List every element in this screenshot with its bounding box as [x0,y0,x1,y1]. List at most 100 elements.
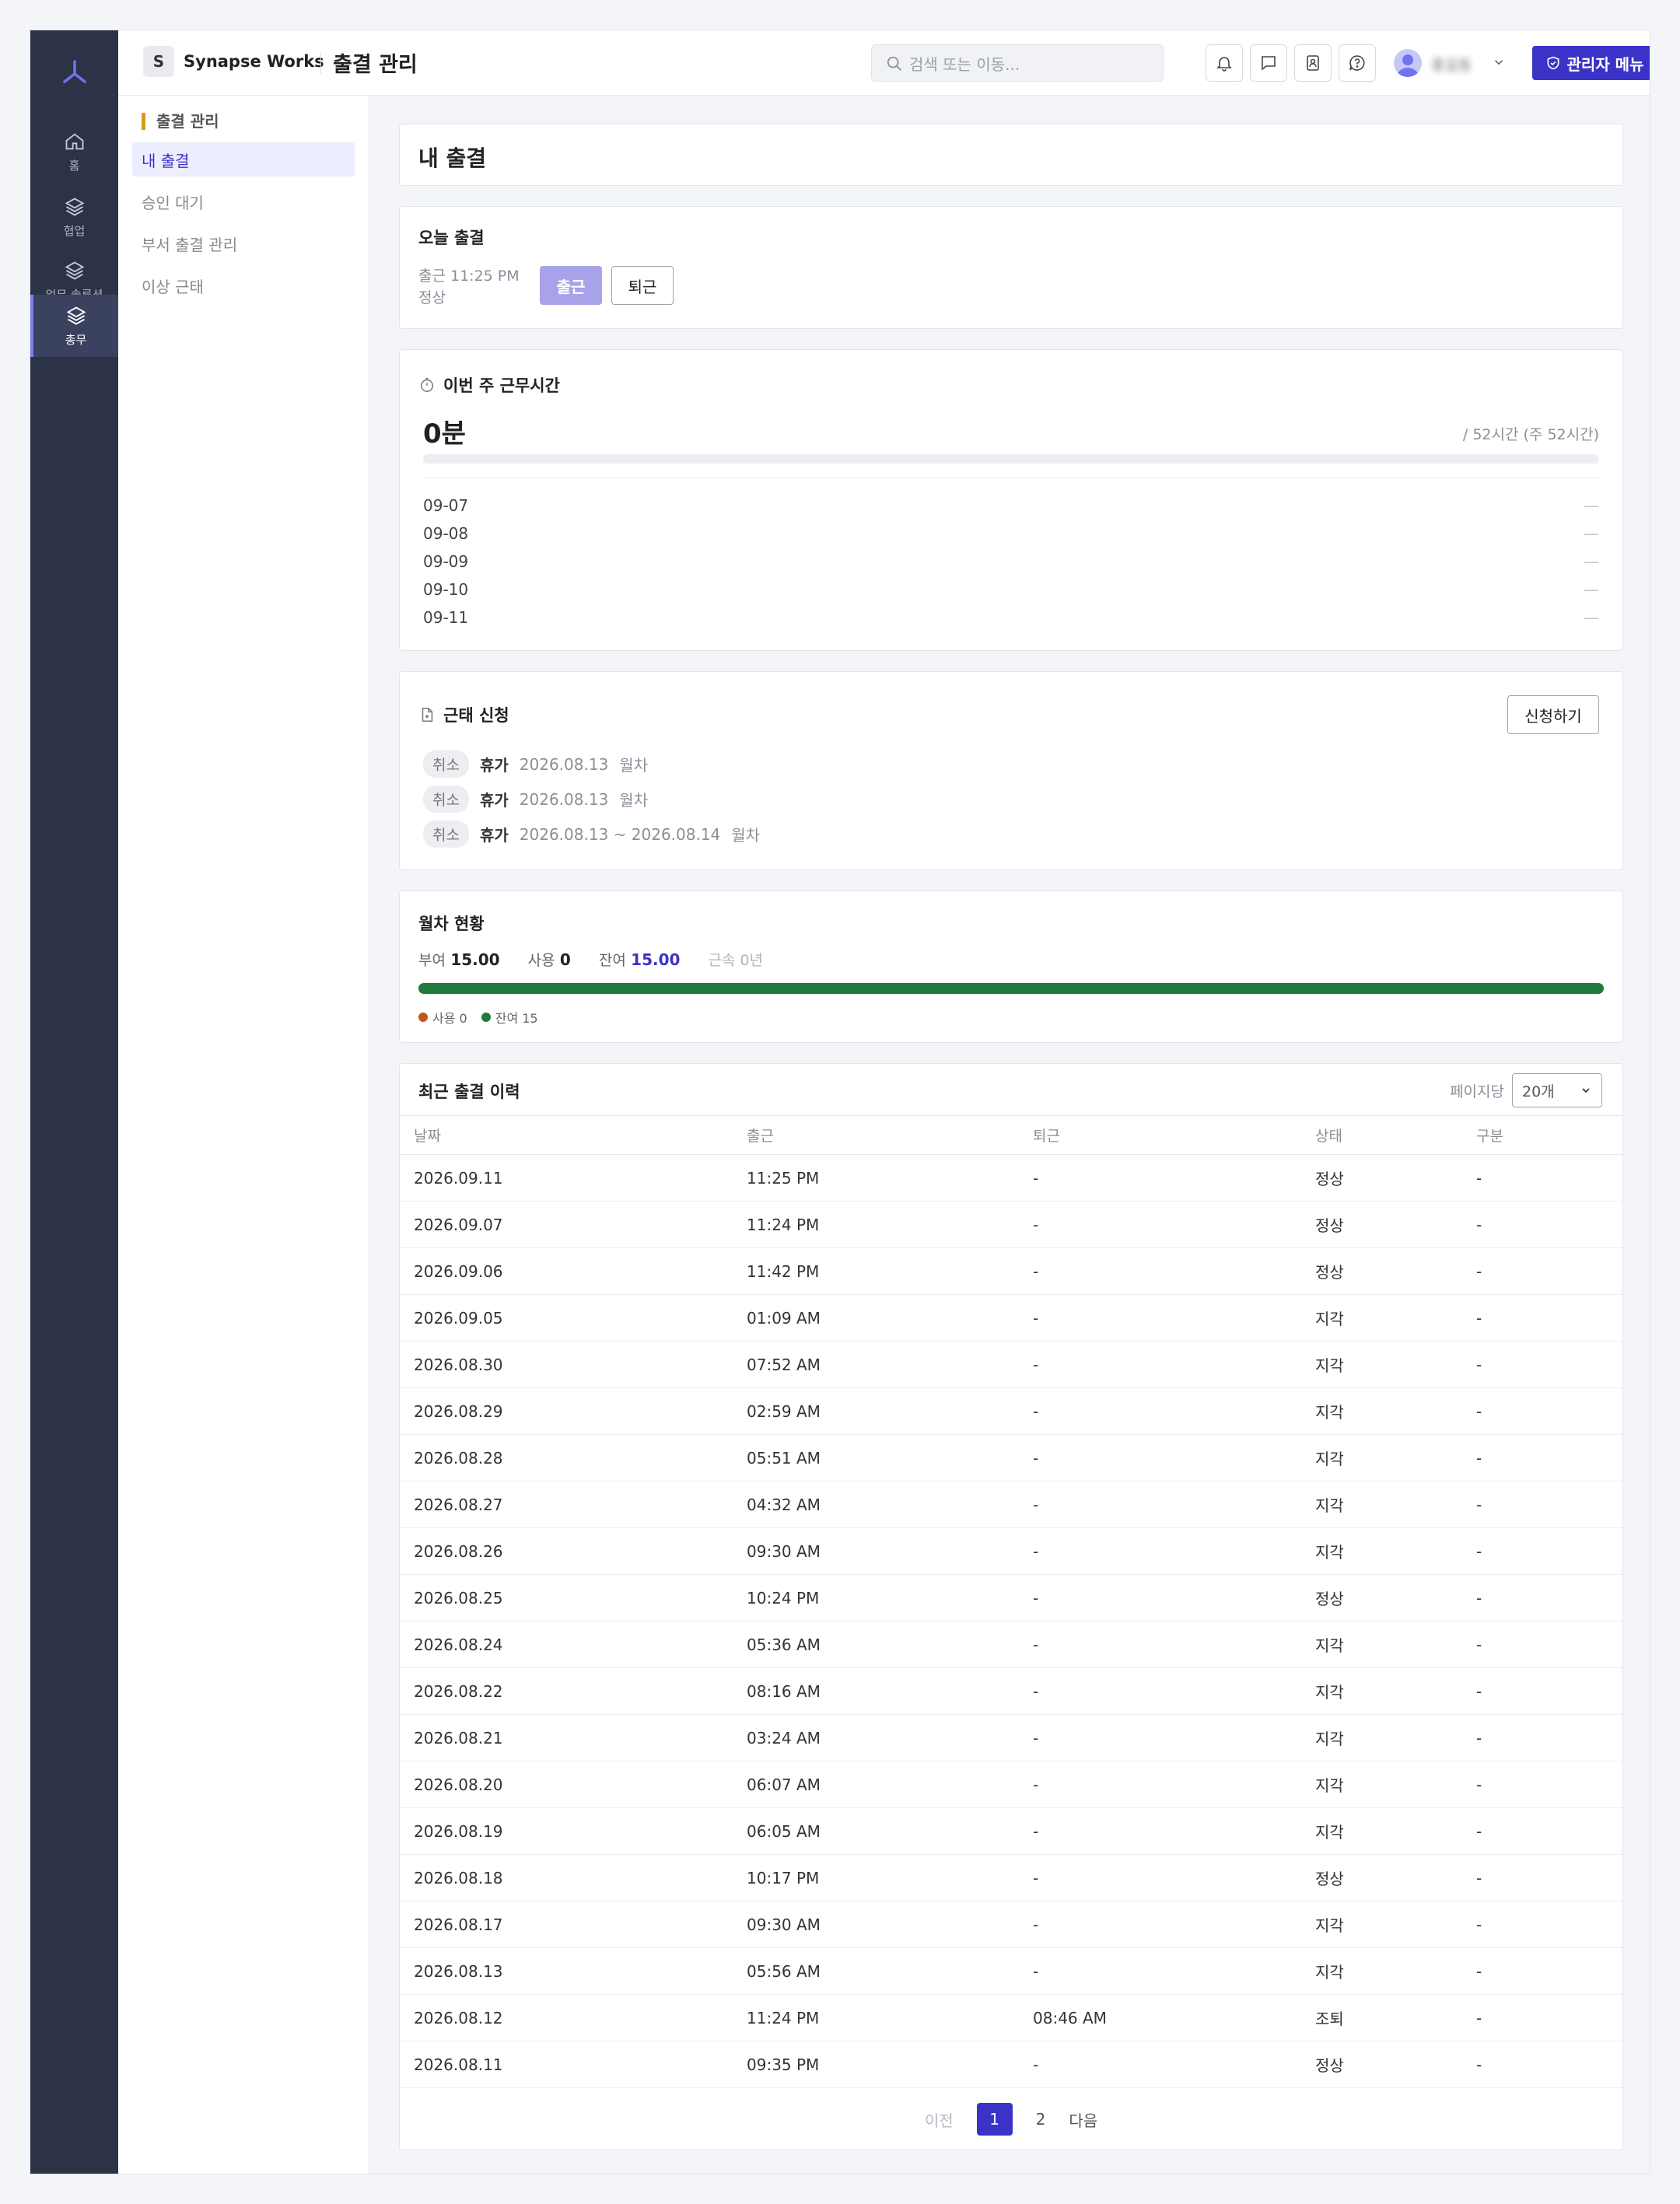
rail-item-collab[interactable]: 협업 [30,186,118,248]
column-header[interactable]: 날짜 [400,1115,733,1155]
request-item[interactable]: 취소 휴가 2026.08.13 ~ 2026.08.14 월차 [423,817,760,852]
table-row[interactable]: 2026.08.26 09:30 AM - 지각 - [400,1527,1622,1575]
table-row[interactable]: 2026.08.11 09:35 PM - 정상 - [400,2041,1622,2088]
table-cell: - [1019,1154,1301,1202]
column-header[interactable]: 구분 [1462,1115,1622,1155]
subnav-item-abnormal-attendance[interactable]: 이상 근태 [132,268,355,303]
request-status-badge: 취소 [423,785,469,813]
page-button[interactable]: 2 [1036,2110,1046,2129]
table-cell: 08:46 AM [1019,1994,1301,2041]
apply-request-button[interactable]: 신청하기 [1507,695,1599,734]
table-row[interactable]: 2026.08.13 05:56 AM - 지각 - [400,1947,1622,1995]
admin-menu-label: 관리자 메뉴 [1566,54,1644,74]
rail-item-home[interactable]: 홈 [30,121,118,183]
request-item[interactable]: 취소 휴가 2026.08.13 월차 [423,747,760,782]
table-cell: 04:32 AM [733,1481,1019,1528]
next-page-button[interactable]: 다음 [1069,2108,1097,2131]
avatar[interactable] [1394,49,1422,77]
table-cell: - [1462,1434,1622,1482]
messages-button[interactable] [1250,44,1287,82]
help-button[interactable] [1339,44,1376,82]
column-header[interactable]: 상태 [1301,1115,1462,1155]
table-row[interactable]: 2026.08.25 10:24 PM - 정상 - [400,1574,1622,1622]
table-row[interactable]: 2026.08.22 08:16 AM - 지각 - [400,1667,1622,1715]
table-row[interactable]: 2026.09.06 11:42 PM - 정상 - [400,1247,1622,1295]
table-cell: - [1462,1154,1622,1202]
user-icon [1397,54,1419,77]
contacts-button[interactable] [1294,44,1332,82]
legend-dot [418,1013,428,1022]
chat-icon [1262,56,1276,71]
table-cell: 2026.08.22 [400,1667,733,1715]
admin-menu-button[interactable]: 관리자 메뉴 [1532,46,1650,80]
table-cell: 지각 [1301,1527,1462,1575]
leave-remaining: 잔여 15.00 [598,950,681,969]
table-row[interactable]: 2026.08.20 06:07 AM - 지각 - [400,1761,1622,1808]
notifications-button[interactable] [1206,44,1243,82]
subnav-item-my-attendance[interactable]: 내 출결 [132,142,355,177]
table-row[interactable]: 2026.08.29 02:59 AM - 지각 - [400,1387,1622,1435]
table-cell: 지각 [1301,1621,1462,1668]
table-cell: 지각 [1301,1761,1462,1808]
org-name[interactable]: Synapse Works [184,52,324,71]
table-row[interactable]: 2026.08.30 07:52 AM - 지각 - [400,1341,1622,1388]
request-type: 휴가 [479,791,509,810]
table-cell: - [1462,1201,1622,1248]
leave-tenure: 근속 0년 [708,952,764,969]
table-cell: 지각 [1301,1387,1462,1435]
table-cell: 10:24 PM [733,1574,1019,1622]
table-row[interactable]: 2026.08.18 10:17 PM - 정상 - [400,1854,1622,1901]
day-hours: — [1584,580,1599,599]
table-row[interactable]: 2026.08.17 09:30 AM - 지각 - [400,1901,1622,1948]
table-row[interactable]: 2026.09.07 11:24 PM - 정상 - [400,1201,1622,1248]
table-cell: 03:24 AM [733,1714,1019,1761]
table-row[interactable]: 2026.08.21 03:24 AM - 지각 - [400,1714,1622,1761]
table-row[interactable]: 2026.08.27 04:32 AM - 지각 - [400,1481,1622,1528]
table-cell: - [1019,1387,1301,1435]
table-cell: - [1462,1387,1622,1435]
subnav-item-pending-approval[interactable]: 승인 대기 [132,184,355,219]
subnav-item-department-attendance[interactable]: 부서 출결 관리 [132,226,355,261]
table-cell: - [1019,1294,1301,1342]
clock-in-button[interactable]: 출근 [540,266,602,305]
column-header[interactable]: 퇴근 [1019,1115,1301,1155]
table-cell: - [1462,1714,1622,1761]
table-cell: 2026.08.11 [400,2041,733,2088]
search-icon [887,56,901,71]
search-input[interactable]: 검색 또는 이동... [871,44,1164,82]
column-header[interactable]: 출근 [733,1115,1019,1155]
table-row[interactable]: 2026.09.11 11:25 PM - 정상 - [400,1154,1622,1202]
table-cell: 정상 [1301,1154,1462,1202]
table-cell: 지각 [1301,1341,1462,1388]
page-button[interactable]: 1 [976,2103,1013,2136]
table-row[interactable]: 2026.08.12 11:24 PM 08:46 AM 조퇴 - [400,1994,1622,2041]
main-content: 내 출결 오늘 출결 출근 11:25 PM 정상 출근 퇴근 이번 주 근무시… [369,96,1650,2174]
table-cell: - [1462,1294,1622,1342]
request-date: 2026.08.13 [519,754,609,774]
request-item[interactable]: 취소 휴가 2026.08.13 월차 [423,782,760,817]
table-row[interactable]: 2026.08.19 06:05 AM - 지각 - [400,1807,1622,1855]
rail-item-label: 협업 [63,223,86,238]
table-cell: - [1019,1434,1301,1482]
today-title: 오늘 출결 [418,229,485,247]
day-hours: — [1584,552,1599,571]
table-cell: 2026.09.11 [400,1154,733,1202]
day-date: 09-07 [423,496,469,515]
leave-granted: 부여 15.00 [418,950,500,969]
table-row[interactable]: 2026.08.28 05:51 AM - 지각 - [400,1434,1622,1482]
weekly-day-row: 09-10 — [423,575,1599,603]
org-badge[interactable]: S [143,46,174,77]
prev-page-button[interactable]: 이전 [925,2108,954,2131]
table-row[interactable]: 2026.08.24 05:36 AM - 지각 - [400,1621,1622,1668]
table-cell: - [1019,1714,1301,1761]
per-page-select[interactable]: 20개 [1512,1073,1602,1107]
table-cell: 지각 [1301,1667,1462,1715]
history-table: 날짜 출근 퇴근 상태 구분 2026.09.11 11:25 PM - 정상 -2026.09… [400,1115,1622,2088]
user-menu-toggle[interactable] [1492,55,1506,72]
history-title: 최근 출결 이력 [418,1083,520,1101]
user-name[interactable]: 홍길동 [1431,54,1472,75]
table-row[interactable]: 2026.09.05 01:09 AM - 지각 - [400,1294,1622,1342]
clock-out-button[interactable]: 퇴근 [611,266,674,305]
rail-item-general-affairs[interactable]: 총무 [30,295,118,357]
app-logo[interactable] [30,49,118,96]
